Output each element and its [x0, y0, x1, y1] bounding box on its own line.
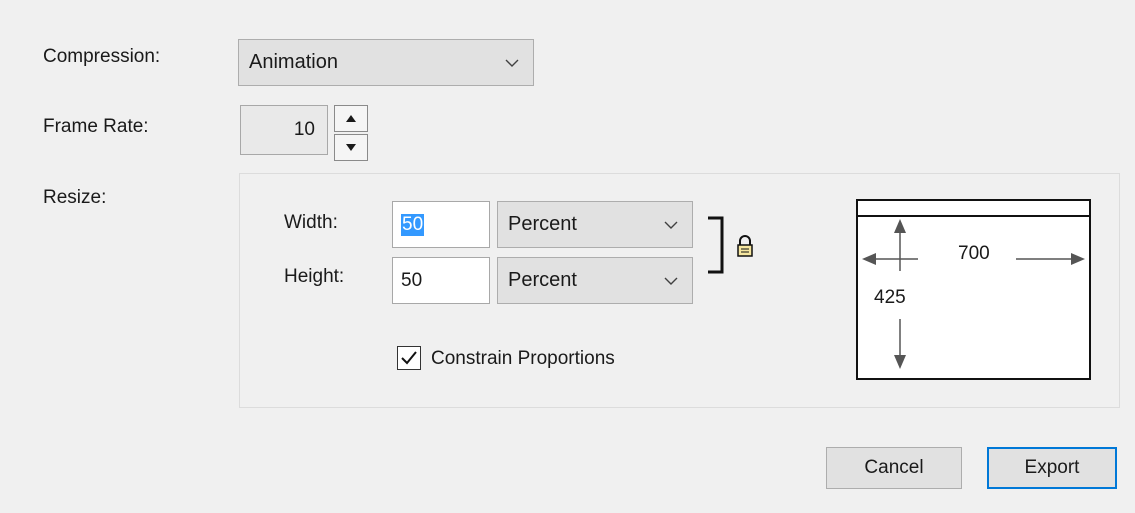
cancel-button[interactable]: Cancel — [826, 447, 962, 489]
frame-rate-up-button[interactable] — [334, 105, 368, 132]
frame-rate-down-button[interactable] — [334, 134, 368, 161]
width-unit-value: Percent — [508, 213, 577, 235]
compression-select-value: Animation — [249, 51, 338, 73]
width-value: 50 — [401, 213, 425, 236]
lock-icon[interactable] — [736, 234, 754, 258]
arrow-up-icon — [346, 115, 356, 122]
height-input[interactable]: 50 — [392, 257, 490, 304]
frame-rate-label: Frame Rate: — [43, 116, 149, 137]
height-label: Height: — [284, 266, 345, 287]
preview-width-value: 700 — [958, 243, 990, 264]
constrain-checkbox[interactable] — [397, 346, 421, 370]
width-input[interactable]: 50 — [392, 201, 490, 248]
compression-select[interactable]: Animation — [238, 39, 534, 86]
frame-rate-value: 10 — [293, 119, 315, 140]
height-unit-value: Percent — [508, 269, 577, 291]
width-label: Width: — [284, 212, 338, 233]
width-unit-select[interactable]: Percent — [497, 201, 693, 248]
constrain-label[interactable]: Constrain Proportions — [431, 348, 615, 370]
arrow-down-icon — [346, 144, 356, 151]
size-preview: 700 425 — [856, 199, 1091, 380]
compression-label: Compression: — [43, 46, 161, 67]
preview-height-value: 425 — [874, 287, 906, 308]
export-button[interactable]: Export — [987, 447, 1117, 489]
chevron-down-icon — [664, 221, 678, 229]
chevron-down-icon — [505, 59, 519, 67]
height-value: 50 — [401, 269, 423, 291]
resize-label: Resize: — [43, 187, 107, 208]
frame-rate-input[interactable]: 10 — [240, 105, 328, 155]
height-unit-select[interactable]: Percent — [497, 257, 693, 304]
checkmark-icon — [401, 351, 417, 365]
chevron-down-icon — [664, 277, 678, 285]
